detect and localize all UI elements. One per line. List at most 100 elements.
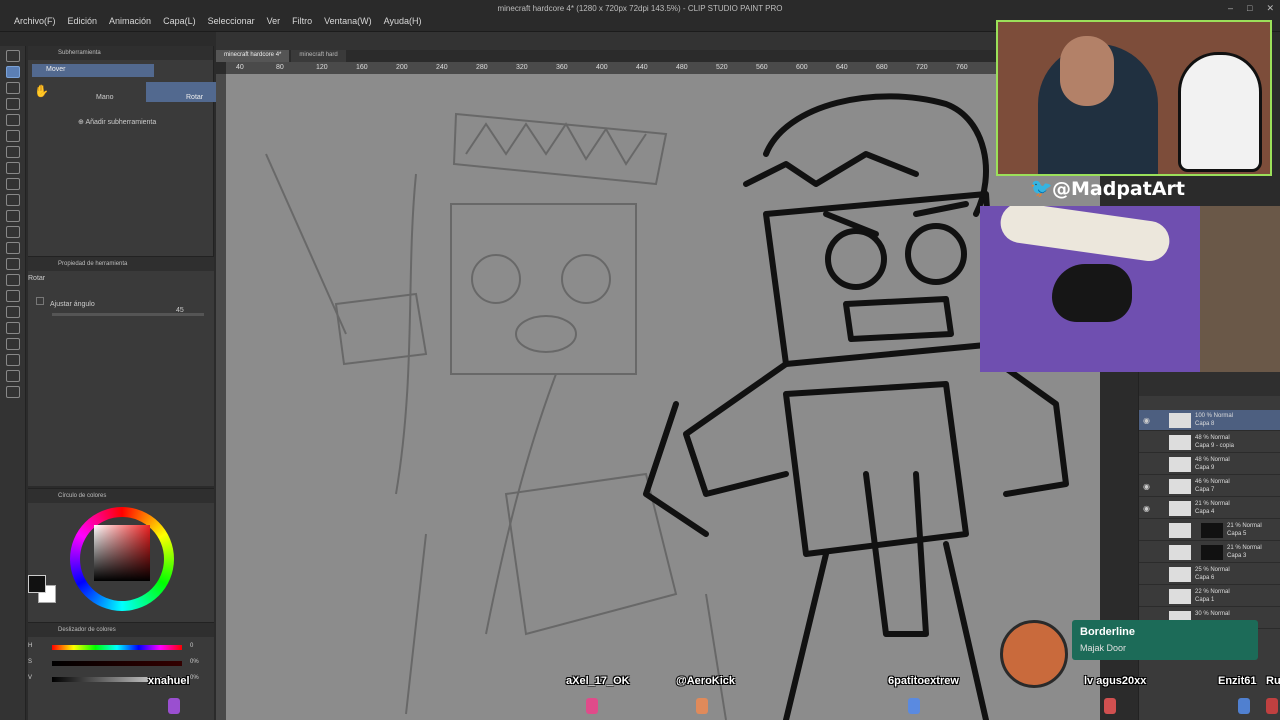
move-tool-icon[interactable] [6, 66, 20, 78]
viewer-sprite [586, 698, 598, 714]
webcam-overlay [996, 20, 1272, 176]
tab-second-document[interactable]: minecraft hard [291, 50, 346, 62]
slider-s-value[interactable]: 0% [190, 659, 199, 665]
viewer-sprites-bar: xnahuel aXel_17_OK @AeroKick 6patitoextrew l… [0, 672, 1280, 720]
eraser-tool-icon[interactable] [6, 242, 20, 254]
eyedropper-tool-icon[interactable] [6, 146, 20, 158]
selection-tool-icon[interactable] [6, 114, 20, 126]
subtool-mano-label[interactable]: Mano [96, 94, 114, 101]
menu-item[interactable]: Ver [261, 16, 287, 26]
layer-name: Capa 6 [1195, 575, 1215, 581]
decoration-tool-icon[interactable] [6, 226, 20, 238]
saturation-slider[interactable] [52, 661, 182, 666]
zoom-tool-icon[interactable] [6, 50, 20, 62]
hand-icon[interactable]: ✋ [34, 84, 49, 98]
color-wheel-title: Círculo de colores [28, 489, 214, 503]
layer-row[interactable]: 22 % Normal Capa 1 [1139, 586, 1280, 607]
menu-item[interactable]: Filtro [286, 16, 318, 26]
airbrush-tool-icon[interactable] [6, 210, 20, 222]
twitter-icon: 🐦 [1030, 178, 1053, 198]
layer-thumbnail [1169, 435, 1191, 450]
slider-row-h[interactable]: H 0 [28, 643, 214, 653]
layer-thumbnail [1169, 413, 1191, 428]
frame-tool-icon[interactable] [6, 322, 20, 334]
ruler-tool-icon[interactable] [6, 338, 20, 350]
tab-active-document[interactable]: minecraft hardcore 4* [216, 50, 290, 62]
layer-mode: 48 % Normal [1195, 457, 1230, 463]
viewer-sprite [168, 698, 180, 714]
pencil-tool-icon[interactable] [6, 178, 20, 190]
saturation-value-square[interactable] [94, 525, 150, 581]
eye-icon[interactable]: ◉ [1143, 482, 1150, 491]
angle-value[interactable]: 45 [176, 307, 184, 314]
auto-select-tool-icon[interactable] [6, 130, 20, 142]
fill-tool-icon[interactable] [6, 274, 20, 286]
figure-tool-icon[interactable] [6, 306, 20, 318]
viewer-sprite [1266, 698, 1278, 714]
blend-tool-icon[interactable] [6, 258, 20, 270]
move-layer-tool-icon[interactable] [6, 98, 20, 110]
ruler-tick-label: 200 [396, 64, 408, 71]
menu-item[interactable]: Seleccionar [202, 16, 261, 26]
maximize-icon[interactable]: □ [1247, 3, 1252, 14]
eye-icon[interactable]: ◉ [1143, 504, 1150, 513]
slider-h-value[interactable]: 0 [190, 643, 193, 649]
text-tool-icon[interactable] [6, 354, 20, 366]
layer-row[interactable]: 48 % Normal Capa 9 [1139, 454, 1280, 475]
layer-mode: 21 % Normal [1227, 523, 1262, 529]
ruler-tick-label: 240 [436, 64, 448, 71]
sketch-drawing [265, 93, 1069, 720]
twitter-handle: @MadpatArt [1052, 178, 1185, 200]
layer-row[interactable]: 21 % Normal Capa 5 [1139, 520, 1280, 541]
layer-mode: 21 % Normal [1195, 501, 1230, 507]
layer-mask-thumbnail [1201, 523, 1223, 538]
menu-item[interactable]: Capa(L) [157, 16, 202, 26]
minimize-icon[interactable]: – [1228, 3, 1233, 14]
pen-tool-icon[interactable] [6, 162, 20, 174]
layer-row[interactable]: ◉ 46 % Normal Capa 7 [1139, 476, 1280, 497]
viewer-sprite [1238, 698, 1250, 714]
layer-row[interactable]: 48 % Normal Capa 9 - copia [1139, 432, 1280, 453]
layer-row[interactable]: 21 % Normal Capa 3 [1139, 542, 1280, 563]
menu-item[interactable]: Archivo(F) [8, 16, 62, 26]
layer-thumbnail [1169, 567, 1191, 582]
correct-line-tool-icon[interactable] [6, 386, 20, 398]
song-title: Borderline [1080, 626, 1136, 638]
ruler-tick-label: 440 [636, 64, 648, 71]
close-icon[interactable]: ✕ [1266, 3, 1274, 14]
layer-row[interactable]: ◉ 100 % Normal Capa 8 [1139, 410, 1280, 431]
tool-property-title: Propiedad de herramienta [28, 257, 214, 271]
layer-name: Capa 9 [1195, 465, 1215, 471]
adjust-angle-checkbox[interactable] [36, 297, 44, 305]
eye-icon[interactable]: ◉ [1143, 416, 1150, 425]
menu-item[interactable]: Ventana(W) [318, 16, 378, 26]
ruler-tick-label: 160 [356, 64, 368, 71]
gradient-tool-icon[interactable] [6, 290, 20, 302]
add-subtool-button[interactable]: ⊕ Añadir subherramienta [78, 118, 156, 126]
layer-row[interactable]: ◉ 21 % Normal Capa 4 [1139, 498, 1280, 519]
drawing-canvas[interactable] [226, 74, 1100, 720]
viewer-name: 6patitoextrew [888, 675, 959, 687]
window-title: minecraft hardcore 4* (1280 x 720px 72dp… [497, 4, 783, 13]
subtool-rotar-label: Rotar [186, 94, 204, 101]
balloon-tool-icon[interactable] [6, 370, 20, 382]
menu-item[interactable]: Ayuda(H) [378, 16, 428, 26]
main-color-swatch[interactable] [28, 575, 46, 593]
layer-row[interactable]: 25 % Normal Capa 6 [1139, 564, 1280, 585]
layer-name: Capa 7 [1195, 487, 1215, 493]
color-wheel-panel: Círculo de colores [28, 488, 214, 622]
operation-tool-icon[interactable] [6, 82, 20, 94]
viewer-name: aXel_17_OK [566, 675, 630, 687]
menu-item[interactable]: Edición [62, 16, 104, 26]
subtool-tab[interactable]: Subherramienta [28, 46, 213, 60]
viewer-sprite [908, 698, 920, 714]
viewer-sprite [696, 698, 708, 714]
menu-item[interactable]: Animación [103, 16, 157, 26]
hue-slider[interactable] [52, 645, 182, 650]
viewer-name: xnahuel [148, 675, 190, 687]
brush-tool-icon[interactable] [6, 194, 20, 206]
subtool-mover[interactable]: Mover [32, 64, 154, 77]
ruler-tick-label: 720 [916, 64, 928, 71]
slider-row-s[interactable]: S 0% [28, 659, 214, 669]
layer-name: Capa 9 - copia [1195, 443, 1235, 449]
